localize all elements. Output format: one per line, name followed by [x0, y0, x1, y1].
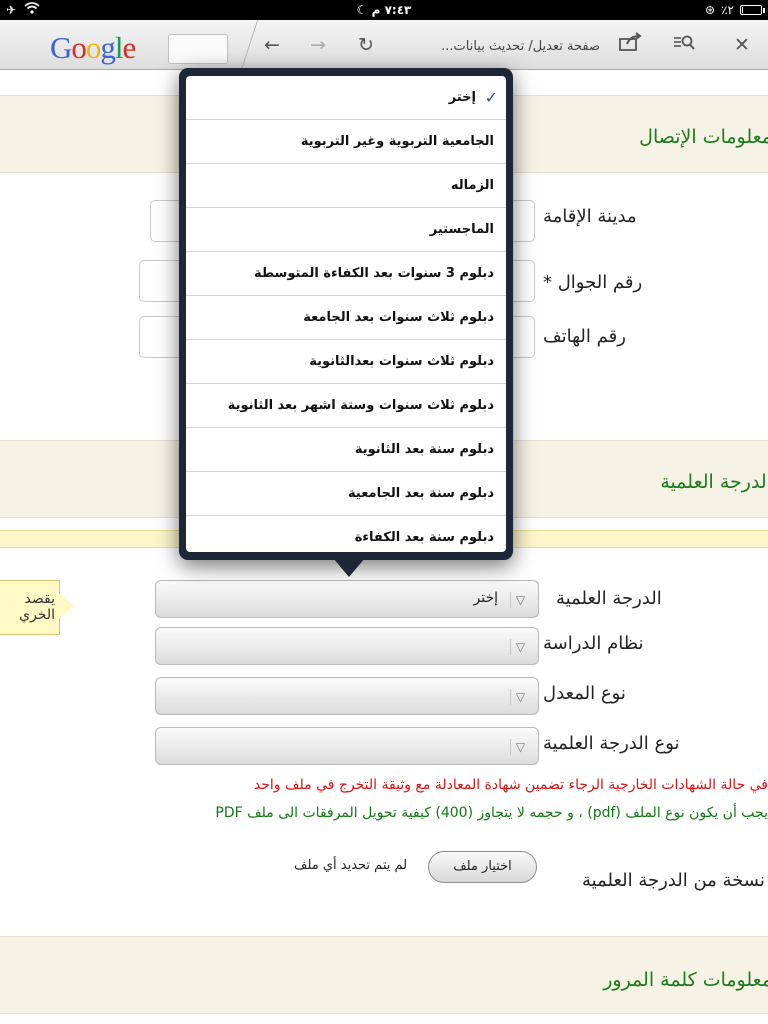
- chevron-down-icon: ▽: [510, 639, 530, 655]
- degree-options-list: ✓ إختر الجامعية التربوية وغير التربوية ال…: [186, 76, 506, 552]
- clock-text: ٧:٤٣ م: [371, 3, 412, 17]
- option-item[interactable]: دبلوم سنة بعد الكفاءة: [186, 516, 506, 552]
- option-label: دبلوم ثلاث سنوات بعدالثانوية: [309, 354, 494, 369]
- option-item[interactable]: دبلوم سنة بعد الجامعية: [186, 472, 506, 516]
- close-icon[interactable]: ✕: [728, 32, 756, 58]
- tooltip-line: يقصد: [24, 591, 55, 607]
- degree-select-value: إختر: [473, 590, 499, 606]
- option-label: دبلوم ثلاث سنوات وستة اشهر بعد الثانوية: [227, 398, 494, 413]
- chevron-down-icon: ▽: [510, 592, 530, 608]
- option-label: الجامعية التربوية وغير التربوية: [300, 134, 494, 149]
- no-file-chosen-text: لم يتم تحديد أي ملف: [294, 858, 408, 873]
- study-system-label: نظام الدراسة: [543, 633, 644, 654]
- back-arrow-icon[interactable]: ←: [258, 32, 286, 58]
- study-system-select[interactable]: ▽: [155, 627, 539, 665]
- logo-letter: o: [85, 30, 101, 65]
- degree-label: الدرجة العلمية: [556, 588, 662, 609]
- section-degree-title: الدرجة العلمية: [660, 471, 768, 493]
- chevron-down-icon: ▽: [510, 689, 530, 705]
- section-contact-title: معلومات الإتصال: [639, 126, 768, 148]
- option-item[interactable]: ✓ إختر: [186, 76, 506, 120]
- share-icon[interactable]: [616, 32, 644, 58]
- grade-type-select[interactable]: ▽: [155, 677, 539, 715]
- option-label: دبلوم سنة بعد الكفاءة: [354, 530, 494, 545]
- degree-select[interactable]: ▽ إختر: [155, 580, 539, 618]
- tab-divider: [223, 20, 259, 70]
- option-label: إختر: [448, 90, 476, 105]
- status-right: ⊛ ٪٢: [705, 3, 765, 17]
- option-item[interactable]: دبلوم سنة بعد الثانوية: [186, 428, 506, 472]
- option-label: دبلوم سنة بعد الثانوية: [354, 442, 494, 457]
- grade-type-label: نوع المعدل: [543, 683, 626, 704]
- mobile-label: رقم الجوال *: [543, 272, 643, 293]
- option-label: دبلوم سنة بعد الجامعية: [348, 486, 494, 501]
- option-item[interactable]: دبلوم ثلاث سنوات بعد الجامعة: [186, 296, 506, 340]
- status-bar: ✈ ☾ ٧:٤٣ م ⊛ ٪٢: [0, 0, 768, 20]
- section-password-title: معلومات كلمة المرور: [603, 969, 768, 991]
- reload-icon[interactable]: ↻: [352, 32, 380, 58]
- battery-level: [742, 7, 743, 13]
- status-time: ☾ ٧:٤٣ م: [0, 3, 768, 17]
- option-item[interactable]: دبلوم ثلاث سنوات وستة اشهر بعد الثانوية: [186, 384, 506, 428]
- section-password-header: معلومات كلمة المرور: [0, 936, 768, 1014]
- option-item[interactable]: دبلوم ثلاث سنوات بعدالثانوية: [186, 340, 506, 384]
- help-tooltip: يقصد الخري: [0, 580, 60, 635]
- tooltip-pointer: [59, 593, 74, 619]
- option-item[interactable]: الزماله: [186, 164, 506, 208]
- city-label: مدينة الإقامة: [543, 206, 637, 227]
- foreign-certificate-note: في حالة الشهادات الخارجية الرجاء تضمين ش…: [253, 777, 768, 793]
- checkmark-icon: ✓: [484, 88, 498, 107]
- logo-letter: G: [50, 30, 72, 65]
- tooltip-line: الخري: [19, 607, 55, 623]
- logo-letter: g: [100, 30, 115, 65]
- option-item[interactable]: الجامعية التربوية وغير التربوية: [186, 120, 506, 164]
- degree-options-popover: ✓ إختر الجامعية التربوية وغير التربوية ال…: [179, 68, 513, 560]
- logo-letter: l: [114, 30, 124, 65]
- degree-type-label: نوع الدرجة العلمية: [543, 733, 680, 754]
- option-item[interactable]: دبلوم 3 سنوات بعد الكفاءة المتوسطة: [186, 252, 506, 296]
- file-requirements-note[interactable]: يجب أن يكون نوع الملف (pdf) ، و حجمه لا …: [215, 805, 768, 821]
- logo-letter: o: [71, 30, 86, 65]
- degree-type-select[interactable]: ▽: [155, 727, 539, 765]
- battery-percent: ٪٢: [721, 3, 734, 17]
- logo-letter: e: [122, 30, 137, 65]
- battery-icon: [740, 5, 765, 15]
- page-title-text[interactable]: صفحة تعديل/ تحديث بيانات...: [425, 39, 600, 54]
- find-in-page-icon[interactable]: [670, 32, 698, 58]
- phone-label: رقم الهاتف: [543, 326, 626, 347]
- forward-arrow-icon[interactable]: →: [304, 32, 332, 58]
- browser-toolbar: Google ← → ↻ صفحة تعديل/ تحديث بيانات...…: [0, 20, 768, 70]
- google-logo[interactable]: Google: [50, 30, 137, 66]
- moon-icon: ☾: [356, 3, 368, 17]
- chevron-down-icon: ▽: [510, 739, 530, 755]
- option-label: دبلوم 3 سنوات بعد الكفاءة المتوسطة: [253, 266, 494, 281]
- option-label: الماجستير: [429, 222, 494, 237]
- option-item[interactable]: الماجستير: [186, 208, 506, 252]
- popover-pointer: [333, 558, 365, 577]
- option-label: الزماله: [450, 178, 494, 193]
- option-label: دبلوم ثلاث سنوات بعد الجامعة: [303, 310, 494, 325]
- degree-copy-label: نسخة من الدرجة العلمية: [582, 870, 765, 891]
- choose-file-button[interactable]: اختيار ملف: [428, 851, 537, 883]
- orientation-lock-icon: ⊛: [705, 3, 716, 17]
- search-input[interactable]: [168, 34, 228, 64]
